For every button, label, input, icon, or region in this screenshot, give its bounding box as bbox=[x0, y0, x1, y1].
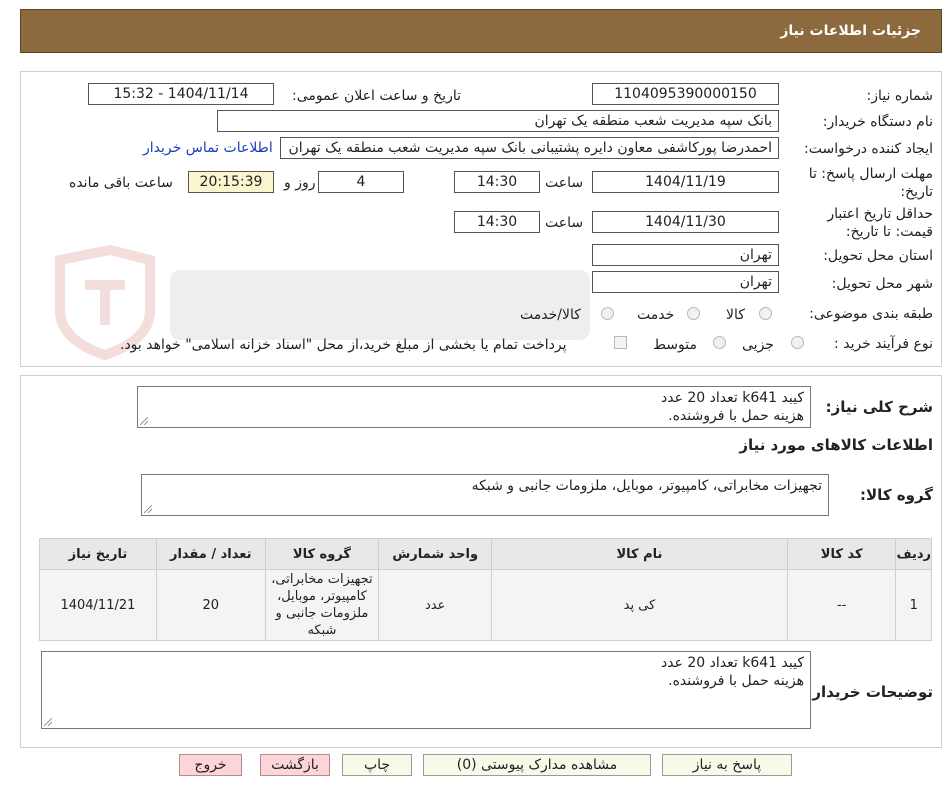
process-option-minor: جزیی bbox=[742, 337, 774, 353]
need-number-label: شماره نیاز: bbox=[866, 88, 934, 104]
province-label: استان محل تحویل: bbox=[823, 248, 933, 264]
page-header: جزئیات اطلاعات نیاز bbox=[20, 9, 942, 53]
summary-line-2: هزینه حمل با فروشنده. bbox=[668, 408, 804, 424]
announce-datetime-field[interactable]: 1404/11/14 - 15:32 bbox=[88, 83, 274, 105]
cell-unit: عدد bbox=[378, 569, 493, 641]
col-item-group: گروه کالا bbox=[264, 538, 380, 570]
city-label: شهر محل تحویل: bbox=[831, 276, 933, 292]
deadline-label-line1: مهلت ارسال پاسخ: تا bbox=[808, 166, 933, 182]
col-need-date: تاریخ نیاز bbox=[39, 538, 157, 570]
items-table-header: ردیف کد کالا نام کالا واحد شمارش گروه کا… bbox=[39, 538, 932, 570]
summary-line-1: کیبد k641 تعداد 20 عدد bbox=[660, 390, 804, 406]
cell-need-date: 1404/11/21 bbox=[39, 569, 157, 641]
items-table: ردیف کد کالا نام کالا واحد شمارش گروه کا… bbox=[39, 538, 932, 641]
category-radio-goods-service[interactable] bbox=[601, 307, 614, 320]
summary-label: شرح کلی نیاز: bbox=[825, 398, 933, 416]
validity-time-label: ساعت bbox=[545, 215, 584, 231]
process-radio-medium[interactable] bbox=[713, 336, 726, 349]
validity-date-field[interactable]: 1404/11/30 bbox=[592, 211, 779, 233]
category-label: طبقه بندی موضوعی: bbox=[809, 306, 933, 322]
back-button[interactable]: بازگشت bbox=[260, 754, 330, 776]
exit-button[interactable]: خروج bbox=[179, 754, 242, 776]
page-title: جزئیات اطلاعات نیاز bbox=[780, 23, 921, 39]
process-option-medium: متوسط bbox=[653, 337, 697, 353]
table-row: 1 -- کی پد عدد تجهیزات مخابراتی، کامپیوت… bbox=[39, 569, 932, 641]
cell-row-number: 1 bbox=[895, 569, 932, 641]
summary-textarea[interactable]: کیبد k641 تعداد 20 عدد هزینه حمل با فروش… bbox=[137, 386, 811, 428]
treasury-payment-note: پرداخت تمام یا بخشی از مبلغ خرید،از محل … bbox=[120, 337, 567, 353]
province-field[interactable]: تهران bbox=[592, 244, 779, 266]
process-label: نوع فرآیند خرید : bbox=[834, 336, 933, 352]
process-radio-minor[interactable] bbox=[791, 336, 804, 349]
category-option-service: خدمت bbox=[637, 307, 675, 323]
buyer-field[interactable]: بانک سپه مدیریت شعب منطقه یک تهران bbox=[217, 110, 779, 132]
cell-quantity: 20 bbox=[155, 569, 266, 641]
col-row-number: ردیف bbox=[895, 538, 932, 570]
remaining-label: ساعت باقی مانده bbox=[69, 175, 173, 191]
need-number-field[interactable]: 1104095390000150 bbox=[592, 83, 779, 105]
col-item-code: کد کالا bbox=[786, 538, 897, 570]
category-radio-goods[interactable] bbox=[759, 307, 772, 320]
validity-label: حداقل تاریخ اعتبار قیمت: تا تاریخ: bbox=[827, 205, 933, 241]
buyer-notes-line-2: هزینه حمل با فروشنده. bbox=[668, 673, 804, 689]
remaining-time-field[interactable]: 20:15:39 bbox=[188, 171, 274, 193]
city-field[interactable]: تهران bbox=[592, 271, 779, 293]
print-button[interactable]: چاپ bbox=[342, 754, 412, 776]
goods-group-value: تجهیزات مخابراتی، کامپیوتر، موبایل، ملزو… bbox=[471, 478, 822, 494]
goods-group-label: گروه کالا: bbox=[860, 486, 933, 504]
days-label: روز و bbox=[284, 175, 316, 191]
validity-time-field[interactable]: 14:30 bbox=[454, 211, 540, 233]
view-attachments-button[interactable]: مشاهده مدارک پیوستی (0) bbox=[423, 754, 651, 776]
goods-group-textarea[interactable]: تجهیزات مخابراتی، کامپیوتر، موبایل، ملزو… bbox=[141, 474, 829, 516]
validity-label-line2: قیمت: تا تاریخ: bbox=[845, 224, 933, 240]
validity-label-line1: حداقل تاریخ اعتبار bbox=[827, 206, 933, 222]
creator-label: ایجاد کننده درخواست: bbox=[804, 141, 933, 157]
cell-item-code: -- bbox=[786, 569, 897, 641]
buyer-contact-link[interactable]: اطلاعات تماس خریدار bbox=[143, 140, 273, 156]
creator-field[interactable]: احمدرضا پورکاشفی معاون دایره پشتیبانی با… bbox=[280, 137, 779, 159]
goods-section-title: اطلاعات کالاهای مورد نیاز bbox=[739, 436, 933, 454]
resize-grip-icon[interactable] bbox=[140, 417, 148, 425]
col-item-name: نام کالا bbox=[491, 538, 788, 570]
buyer-notes-line-1: کیبد k641 تعداد 20 عدد bbox=[660, 655, 804, 671]
cell-item-group: تجهیزات مخابراتی، کامپیوتر، موبایل، ملزو… bbox=[264, 569, 380, 641]
remaining-days-field[interactable]: 4 bbox=[318, 171, 404, 193]
category-option-goods: کالا bbox=[726, 307, 745, 323]
deadline-time-label: ساعت bbox=[545, 175, 584, 191]
deadline-time-field[interactable]: 14:30 bbox=[454, 171, 540, 193]
announce-label: تاریخ و ساعت اعلان عمومی: bbox=[292, 88, 461, 104]
col-quantity: تعداد / مقدار bbox=[155, 538, 266, 570]
deadline-date-field[interactable]: 1404/11/19 bbox=[592, 171, 779, 193]
category-radio-service[interactable] bbox=[687, 307, 700, 320]
category-option-goods-service: کالا/خدمت bbox=[520, 307, 581, 323]
buyer-notes-label: توضیحات خریدار: bbox=[806, 683, 933, 701]
deadline-label-line2: تاریخ: bbox=[900, 184, 933, 200]
reply-button[interactable]: پاسخ به نیاز bbox=[662, 754, 792, 776]
deadline-label: مهلت ارسال پاسخ: تا تاریخ: bbox=[809, 165, 933, 201]
cell-item-name: کی پد bbox=[491, 569, 788, 641]
resize-grip-icon[interactable] bbox=[144, 505, 152, 513]
col-unit: واحد شمارش bbox=[378, 538, 493, 570]
resize-grip-icon[interactable] bbox=[44, 718, 52, 726]
treasury-payment-checkbox[interactable] bbox=[614, 336, 627, 349]
buyer-notes-textarea[interactable]: کیبد k641 تعداد 20 عدد هزینه حمل با فروش… bbox=[41, 651, 811, 729]
buyer-label: نام دستگاه خریدار: bbox=[822, 114, 933, 130]
